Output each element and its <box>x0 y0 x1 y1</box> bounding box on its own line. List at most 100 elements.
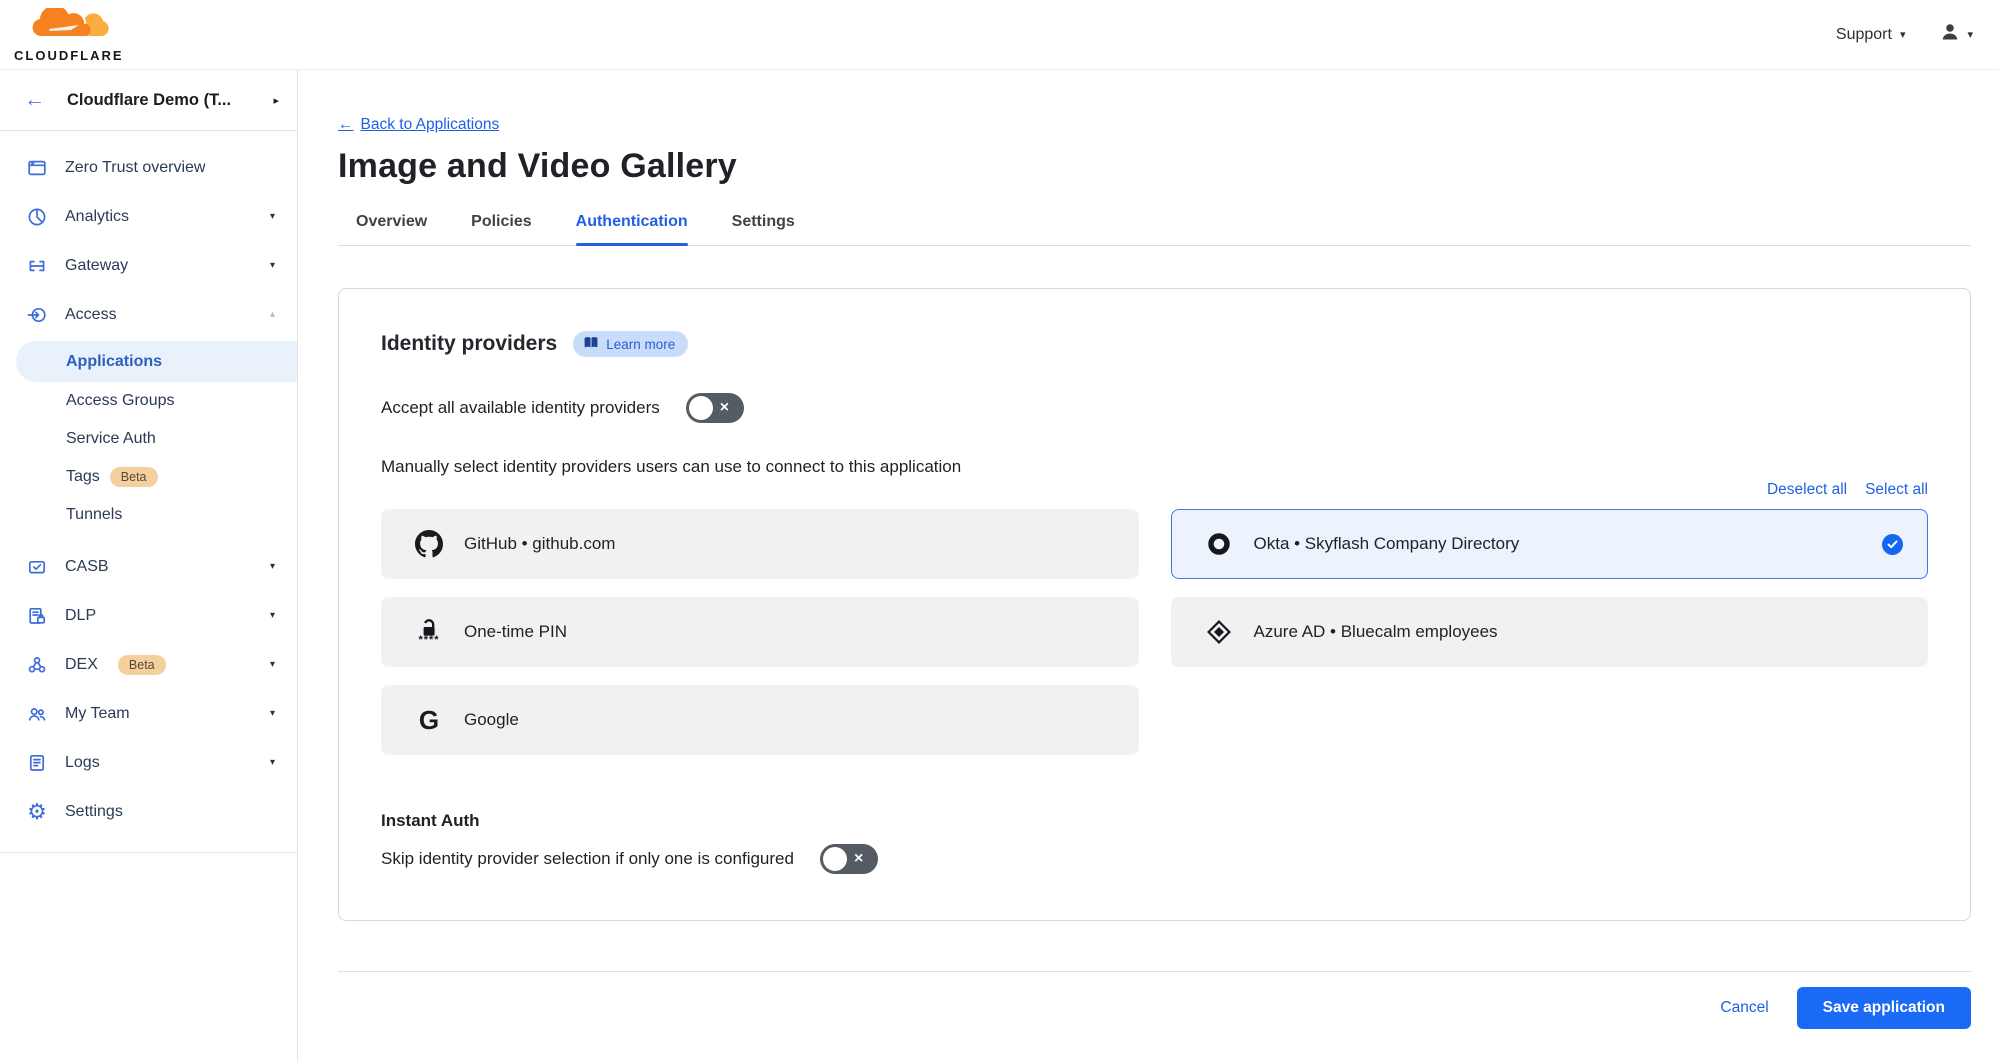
caret-up-icon: ▴ <box>270 309 275 320</box>
access-submenu: Applications Access Groups Service Auth … <box>0 341 297 534</box>
top-bar-right: Support ▾ ▾ <box>1836 21 1973 48</box>
sidebar-item-gateway[interactable]: Gateway ▾ <box>0 241 297 290</box>
accept-all-label: Accept all available identity providers <box>381 398 660 418</box>
identity-providers-heading: Identity providers <box>381 332 557 356</box>
toggle-knob <box>823 847 847 871</box>
sidebar-item-casb[interactable]: CASB ▾ <box>0 542 297 591</box>
casb-box-check-icon <box>26 557 48 577</box>
footer-actions: Cancel Save application <box>338 972 1971 1047</box>
sidebar-item-applications[interactable]: Applications <box>16 341 297 382</box>
zero-trust-dashboard: CLOUDFLARE Support ▾ ▾ ← C <box>0 0 1999 1061</box>
sidebar-item-label: DLP <box>65 607 96 625</box>
provider-tile-azure-ad[interactable]: Azure AD • Bluecalm employees <box>1171 597 1929 667</box>
sidebar-item-label: Zero Trust overview <box>65 159 205 177</box>
sidebar-item-logs[interactable]: Logs ▾ <box>0 738 297 787</box>
learn-more-badge[interactable]: Learn more <box>573 331 688 357</box>
caret-down-icon: ▾ <box>270 211 275 222</box>
provider-tile-okta[interactable]: Okta • Skyflash Company Directory <box>1171 509 1929 579</box>
sidebar-item-tags[interactable]: Tags Beta <box>0 458 297 496</box>
sidebar-item-label: Service Auth <box>66 430 156 448</box>
sidebar-item-label: Applications <box>66 353 162 371</box>
user-menu[interactable]: ▾ <box>1939 21 1973 48</box>
caret-down-icon: ▾ <box>270 659 275 670</box>
people-icon <box>26 704 48 724</box>
caret-down-icon: ▾ <box>270 561 275 572</box>
gear-icon: ⚙ <box>26 801 48 823</box>
azure-ad-icon <box>1204 619 1234 645</box>
accept-all-toggle[interactable]: × <box>686 393 744 423</box>
sidebar-nav: Zero Trust overview Analytics ▾ Gateway … <box>0 131 297 853</box>
cancel-link[interactable]: Cancel <box>1720 999 1768 1017</box>
beta-badge: Beta <box>110 467 158 487</box>
provider-label: GitHub • github.com <box>464 534 615 554</box>
save-application-button[interactable]: Save application <box>1797 987 1971 1029</box>
manual-select-label: Manually select identity providers users… <box>381 457 1928 477</box>
tab-settings[interactable]: Settings <box>732 213 795 245</box>
sidebar-item-analytics[interactable]: Analytics ▾ <box>0 192 297 241</box>
sidebar-item-service-auth[interactable]: Service Auth <box>0 420 297 458</box>
instant-auth-toggle[interactable]: × <box>820 844 878 874</box>
google-icon: G <box>414 707 444 733</box>
sidebar-item-access-groups[interactable]: Access Groups <box>0 382 297 420</box>
instant-auth-label: Skip identity provider selection if only… <box>381 849 794 869</box>
sidebar-item-label: Access Groups <box>66 392 174 410</box>
provider-label: Okta • Skyflash Company Directory <box>1254 534 1520 554</box>
sidebar-item-dlp[interactable]: DLP ▾ <box>0 591 297 640</box>
tab-bar: Overview Policies Authentication Setting… <box>338 213 1971 246</box>
document-lock-icon <box>26 606 48 626</box>
cloudflare-cloud-icon <box>23 8 115 48</box>
support-label: Support <box>1836 26 1892 44</box>
chevron-right-icon[interactable]: ▸ <box>273 94 279 107</box>
sidebar-item-settings[interactable]: ⚙ Settings <box>0 787 297 836</box>
beta-badge: Beta <box>118 655 166 675</box>
provider-grid: GitHub • github.com Okta • Skyflash Comp… <box>381 509 1928 755</box>
sidebar-item-label: Analytics <box>65 208 129 226</box>
identity-providers-card: Identity providers Learn more Accept all… <box>338 288 1971 921</box>
gateway-icon <box>26 256 48 276</box>
user-avatar-icon <box>1939 21 1961 48</box>
pie-chart-icon <box>26 207 48 227</box>
tab-overview[interactable]: Overview <box>356 213 427 245</box>
caret-down-icon: ▾ <box>270 708 275 719</box>
deselect-all-link[interactable]: Deselect all <box>1767 481 1847 499</box>
sidebar-item-label: Settings <box>65 803 123 821</box>
provider-label: Azure AD • Bluecalm employees <box>1254 622 1498 642</box>
toggle-off-x-icon: × <box>854 851 863 867</box>
cloudflare-logo[interactable]: CLOUDFLARE <box>14 8 124 62</box>
okta-icon <box>1204 531 1234 557</box>
learn-more-label: Learn more <box>606 337 675 352</box>
back-link-label: Back to Applications <box>361 116 500 134</box>
sidebar: ← Cloudflare Demo (T... ▸ Zero Trust ove… <box>0 70 298 1061</box>
toggle-off-x-icon: × <box>720 400 729 416</box>
sidebar-item-my-team[interactable]: My Team ▾ <box>0 689 297 738</box>
sidebar-item-access[interactable]: Access ▴ <box>0 290 297 339</box>
tab-policies[interactable]: Policies <box>471 213 531 245</box>
back-arrow-icon: ← <box>338 116 354 134</box>
provider-label: One-time PIN <box>464 622 567 642</box>
provider-tile-github[interactable]: GitHub • github.com <box>381 509 1139 579</box>
sidebar-item-dex[interactable]: DEX Beta ▾ <box>0 640 297 689</box>
sidebar-item-zero-trust-overview[interactable]: Zero Trust overview <box>0 143 297 192</box>
provider-label: Google <box>464 710 519 730</box>
access-login-icon <box>26 305 48 325</box>
sidebar-item-label: Logs <box>65 754 100 772</box>
main-content: ← Back to Applications Image and Video G… <box>298 70 1999 1061</box>
select-all-link[interactable]: Select all <box>1865 481 1928 499</box>
provider-tile-one-time-pin[interactable]: **** One-time PIN <box>381 597 1139 667</box>
provider-tile-google[interactable]: G Google <box>381 685 1139 755</box>
account-name: Cloudflare Demo (T... <box>67 91 273 110</box>
support-menu[interactable]: Support ▾ <box>1836 26 1906 44</box>
book-icon <box>583 336 599 352</box>
sidebar-item-tunnels[interactable]: Tunnels <box>0 496 297 534</box>
caret-down-icon: ▾ <box>1900 28 1906 41</box>
top-bar: CLOUDFLARE Support ▾ ▾ <box>0 0 1999 70</box>
caret-down-icon: ▾ <box>1967 28 1973 41</box>
back-to-applications-link[interactable]: ← Back to Applications <box>338 116 499 134</box>
pin-stars-glyph: **** <box>418 635 439 646</box>
sidebar-item-label: CASB <box>65 558 109 576</box>
page-title: Image and Video Gallery <box>338 147 1971 186</box>
caret-down-icon: ▾ <box>270 757 275 768</box>
network-nodes-icon <box>26 655 48 675</box>
back-arrow-icon[interactable]: ← <box>24 88 45 112</box>
tab-authentication[interactable]: Authentication <box>576 213 688 245</box>
